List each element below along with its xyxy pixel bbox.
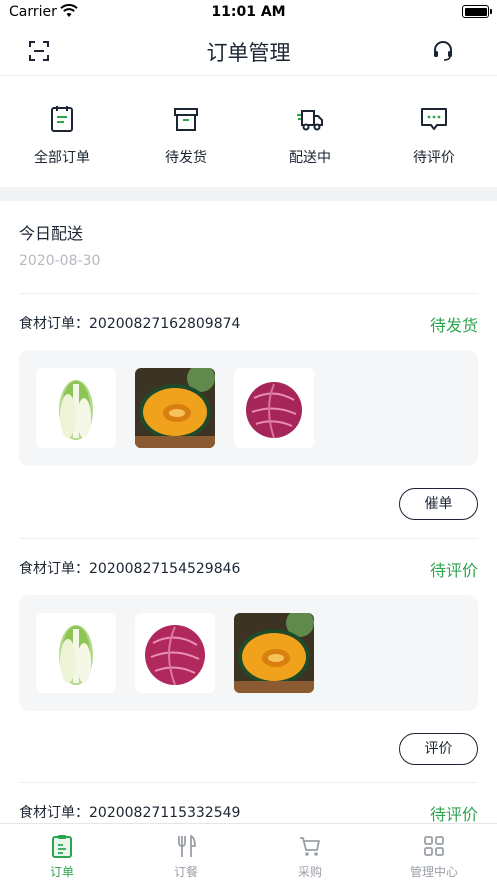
tab-orders[interactable]: 订单	[0, 824, 124, 883]
divider	[19, 293, 478, 294]
tab-pending-review[interactable]: 待评价	[372, 77, 496, 187]
order-number: 食材订单：20200827162809874	[19, 316, 241, 332]
cart-icon	[300, 837, 320, 856]
tab-pending-review-label: 待评价	[413, 150, 455, 166]
clock: 11:01 AM	[211, 4, 286, 20]
fork-knife-icon	[178, 834, 196, 857]
tab-all-orders[interactable]: 全部订单	[0, 77, 124, 187]
clipboard-icon	[51, 106, 73, 132]
grid-icon	[424, 836, 444, 856]
goods-image-napa-cabbage	[36, 613, 116, 693]
bottom-tab-bar: 订单 订餐 采购 管理中心	[0, 823, 497, 883]
urge-order-button[interactable]: 催单	[399, 488, 478, 520]
tab-pending-shipment[interactable]: 待发货	[124, 77, 248, 187]
section-date: 2020-08-30	[19, 253, 101, 269]
goods-image-red-cabbage	[234, 368, 314, 448]
truck-icon	[297, 110, 323, 131]
tab-management[interactable]: 管理中心	[372, 824, 496, 883]
goods-image-napa-cabbage	[36, 368, 116, 448]
section-separator	[0, 187, 497, 201]
order-status-tabs: 全部订单 待发货 配送中 待评价	[0, 77, 497, 187]
order-icon	[52, 835, 72, 858]
goods-image-red-cabbage	[135, 613, 215, 693]
review-button[interactable]: 评价	[399, 733, 478, 765]
tab-pending-shipment-label: 待发货	[165, 150, 207, 166]
order-goods-panel[interactable]	[19, 350, 478, 466]
order-number: 食材订单：20200827115332549	[19, 805, 241, 821]
divider	[19, 538, 478, 539]
tab-purchase-label: 采购	[297, 865, 322, 879]
order-status-badge: 待发货	[429, 316, 478, 335]
headset-icon[interactable]	[432, 40, 454, 62]
divider	[19, 782, 478, 783]
order-status-badge: 待评价	[429, 805, 478, 824]
order-number: 食材订单：20200827154529846	[19, 561, 241, 577]
tab-orders-label: 订单	[49, 865, 74, 879]
tab-dining[interactable]: 订餐	[124, 824, 248, 883]
tab-delivering[interactable]: 配送中	[248, 77, 372, 187]
section-title: 今日配送	[19, 224, 84, 243]
tab-management-label: 管理中心	[409, 865, 458, 879]
tab-purchase[interactable]: 采购	[248, 824, 372, 883]
box-icon	[174, 108, 198, 131]
goods-image-pumpkin	[234, 613, 314, 693]
page-title: 订单管理	[206, 41, 291, 65]
order-status-badge: 待评价	[429, 561, 478, 580]
tab-all-orders-label: 全部订单	[34, 150, 90, 166]
nav-bar: 订单管理	[0, 26, 497, 76]
battery-icon	[462, 5, 492, 18]
comment-icon	[421, 108, 447, 130]
tab-dining-label: 订餐	[173, 865, 198, 879]
order-goods-panel[interactable]	[19, 595, 478, 711]
status-bar: Carrier 11:01 AM	[0, 0, 497, 26]
tab-delivering-label: 配送中	[289, 150, 331, 166]
goods-image-pumpkin	[135, 368, 215, 448]
